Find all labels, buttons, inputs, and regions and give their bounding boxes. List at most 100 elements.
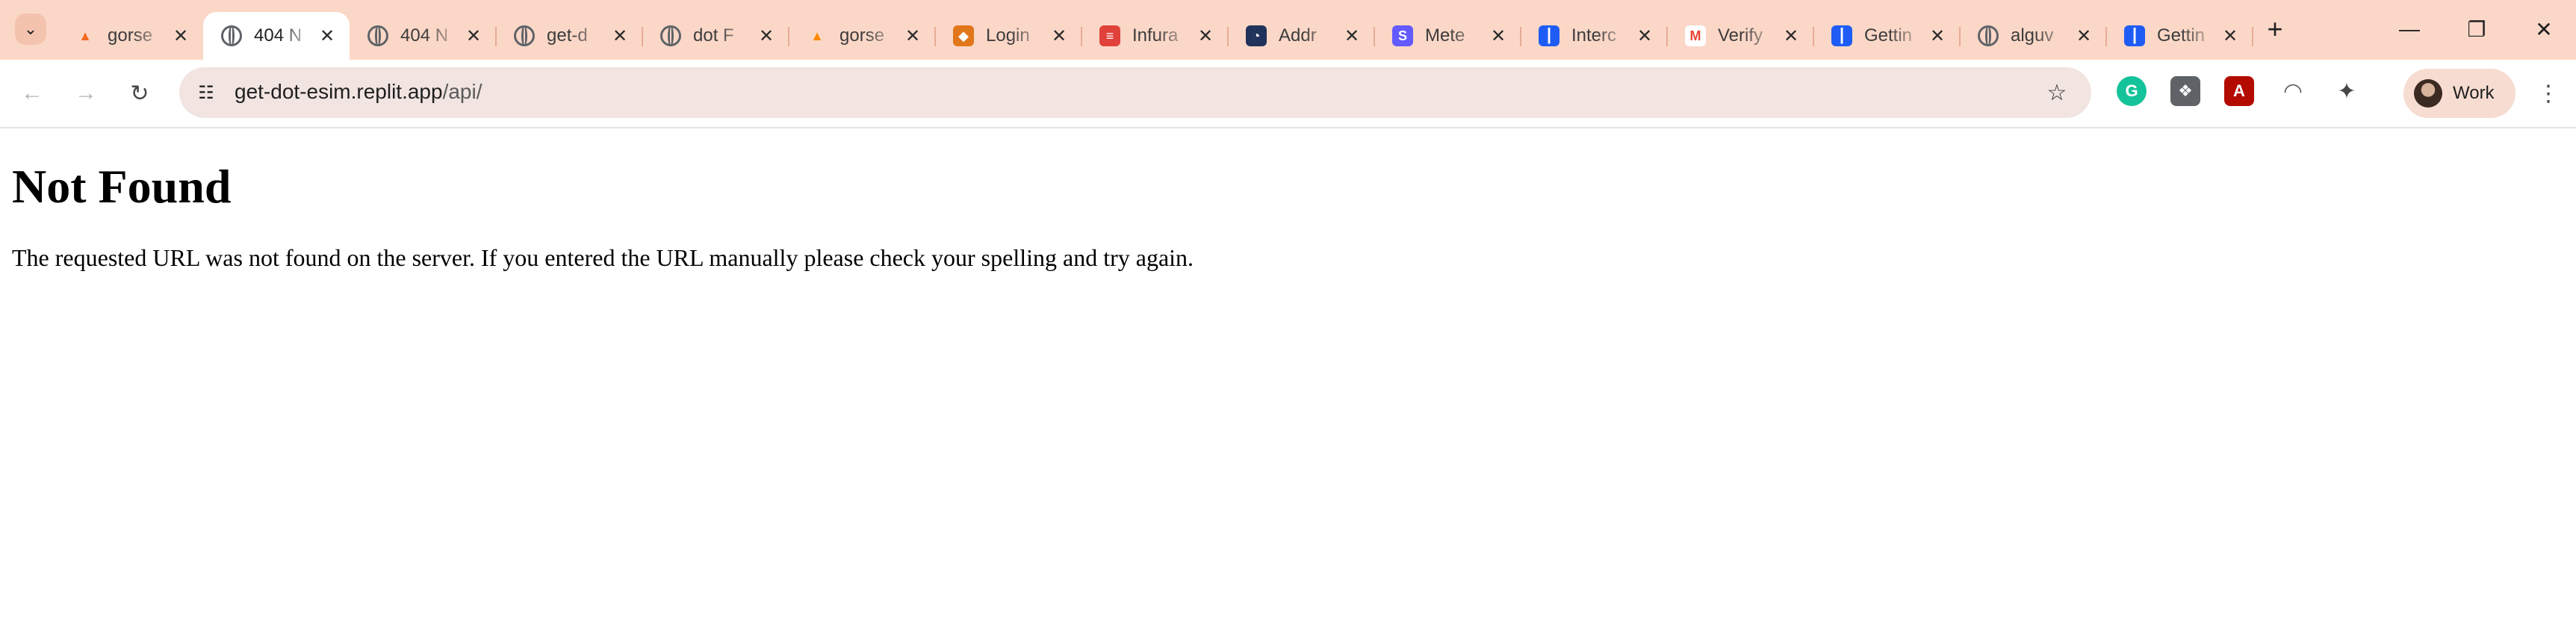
tab-list: ▲ gorse ✕ 404 N ✕ 404 N ✕ get-d ✕ dot F ✕ ▲ gorse ✕ ◆ L…	[57, 6, 2253, 60]
tab-title: Gettin	[2157, 25, 2206, 46]
tab[interactable]: S Mete ✕	[1374, 12, 1521, 60]
tab-search-button[interactable]: ⌄	[15, 13, 46, 45]
new-tab-button[interactable]: +	[2259, 13, 2291, 45]
tab[interactable]: ◆ Login ✕	[935, 12, 1082, 60]
profile-button[interactable]: Work	[2403, 69, 2516, 118]
chevron-down-icon: ⌄	[23, 19, 38, 38]
tab-title: Gettin	[1864, 25, 1913, 46]
tab-title: get-d	[547, 25, 588, 46]
tab-close-button[interactable]: ✕	[1779, 24, 1803, 48]
tab-strip: ⌄ ▲ gorse ✕ 404 N ✕ 404 N ✕ get-d ✕ dot F ✕ ▲ gorse ✕…	[0, 0, 2576, 60]
page-title: Not Found	[12, 160, 232, 213]
restore-button[interactable]: ❐	[2454, 10, 2499, 48]
tab[interactable]: ▲ gorse ✕	[789, 12, 936, 60]
tab[interactable]: ┃ Interc ✕	[1521, 12, 1668, 60]
tab-title: 404 N	[254, 25, 302, 46]
tab-close-button[interactable]: ✕	[2072, 24, 2096, 48]
tab-close-button[interactable]: ✕	[2218, 24, 2242, 48]
tab-title: Interc	[1571, 25, 1617, 46]
tab[interactable]: ▲ gorse ✕	[57, 12, 203, 60]
page-content: Not Found The requested URL was not foun…	[12, 158, 1194, 272]
address-bar[interactable]: ☷ get-dot-esim.replit.app/api/ ☆	[179, 67, 2091, 118]
tab-close-button[interactable]: ✕	[1047, 24, 1071, 48]
tab[interactable]: alguv ✕	[1960, 12, 2107, 60]
firebase-flame-icon: ▲	[810, 28, 824, 43]
tab-title: dot F	[693, 25, 734, 46]
tab-close-button[interactable]: ✕	[462, 24, 485, 48]
extension-puzzle-grey-icon[interactable]: ❖	[2170, 76, 2200, 106]
tab-close-button[interactable]: ✕	[1340, 24, 1364, 48]
etherscan-logo-icon: ◔	[1246, 25, 1267, 46]
tab-title: Login	[986, 25, 1030, 46]
site-info-button[interactable]: ☷	[190, 76, 223, 109]
browser-toolbar: ← → ↻ ☷ get-dot-esim.replit.app/api/ ☆ G…	[0, 60, 2576, 128]
profile-label: Work	[2453, 83, 2495, 103]
gmail-logo-icon: M	[1685, 25, 1706, 46]
forward-button[interactable]: →	[69, 76, 103, 111]
avatar	[2414, 79, 2442, 108]
infura-logo-icon: ≡	[1099, 25, 1120, 46]
globe-icon	[514, 25, 535, 46]
reload-button[interactable]: ↻	[122, 76, 157, 111]
arc-extension-icon[interactable]: ◠	[2278, 76, 2308, 106]
stripe-s-icon: S	[1392, 25, 1413, 46]
tune-icon: ☷	[198, 82, 214, 103]
tab-close-button[interactable]: ✕	[315, 24, 339, 48]
adobe-acrobat-icon[interactable]: A	[2224, 76, 2254, 106]
tab-title: gorse	[108, 25, 153, 46]
tab[interactable]: 404 N ✕	[203, 12, 350, 60]
globe-icon	[221, 25, 242, 46]
tab-close-button[interactable]: ✕	[1486, 24, 1510, 48]
minimize-icon: —	[2399, 17, 2420, 40]
tab-close-button[interactable]: ✕	[1925, 24, 1949, 48]
bookmark-star-button[interactable]: ☆	[2040, 76, 2073, 109]
globe-icon	[660, 25, 681, 46]
tab[interactable]: get-d ✕	[496, 12, 643, 60]
tab-title: Addr	[1279, 25, 1317, 46]
globe-icon	[1978, 25, 1999, 46]
reload-icon: ↻	[130, 81, 149, 106]
tab-close-button[interactable]: ✕	[1633, 24, 1657, 48]
close-window-button[interactable]: ✕	[2521, 10, 2566, 48]
intercom-logo-icon: ┃	[1539, 25, 1559, 46]
url-path: /api/	[442, 80, 482, 103]
tab[interactable]: 404 N ✕	[350, 12, 497, 60]
tab-close-button[interactable]: ✕	[901, 24, 925, 48]
tab-title: gorse	[839, 25, 885, 46]
intercom-logo-icon: ┃	[2124, 25, 2145, 46]
tab-title: alguv	[2011, 25, 2054, 46]
browser-menu-button[interactable]: ⋮	[2532, 76, 2565, 111]
back-button[interactable]: ←	[15, 76, 49, 111]
tab-title: 404 N	[400, 25, 449, 46]
intercom-logo-icon: ┃	[1831, 25, 1852, 46]
url-host: get-dot-esim.replit.app	[235, 80, 443, 103]
plus-icon: +	[2267, 13, 2283, 44]
tab-close-button[interactable]: ✕	[754, 24, 778, 48]
minimize-button[interactable]: —	[2387, 10, 2432, 48]
tab-title: Verify	[1718, 25, 1763, 46]
extensions-icon[interactable]: ✦	[2332, 76, 2362, 106]
restore-icon: ❐	[2467, 17, 2486, 41]
tab-close-button[interactable]: ✕	[1194, 24, 1217, 48]
error-message: The requested URL was not found on the s…	[12, 244, 1194, 271]
arrow-left-icon: ←	[21, 81, 43, 105]
globe-icon	[367, 25, 388, 46]
gorse-logo-icon: ▲	[78, 28, 92, 43]
tab[interactable]: M Verify ✕	[1667, 12, 1814, 60]
arrow-right-icon: →	[75, 81, 97, 105]
grammarly-icon[interactable]: G	[2117, 76, 2147, 106]
metamask-fox-icon: ◆	[953, 25, 974, 46]
close-icon: ✕	[2535, 17, 2553, 41]
tab[interactable]: dot F ✕	[642, 12, 789, 60]
tab-title: Infura	[1132, 25, 1179, 46]
url-text[interactable]: get-dot-esim.replit.app/api/	[235, 80, 482, 104]
tab-title: Mete	[1425, 25, 1465, 46]
tab[interactable]: ┃ Gettin ✕	[2106, 12, 2253, 60]
tab-close-button[interactable]: ✕	[608, 24, 632, 48]
tab[interactable]: ≡ Infura ✕	[1081, 12, 1229, 60]
more-vert-icon: ⋮	[2537, 81, 2560, 106]
tab-close-button[interactable]: ✕	[169, 24, 193, 48]
tab[interactable]: ┃ Gettin ✕	[1813, 12, 1961, 60]
tab[interactable]: ◔ Addr ✕	[1228, 12, 1375, 60]
star-icon: ☆	[2046, 80, 2067, 105]
